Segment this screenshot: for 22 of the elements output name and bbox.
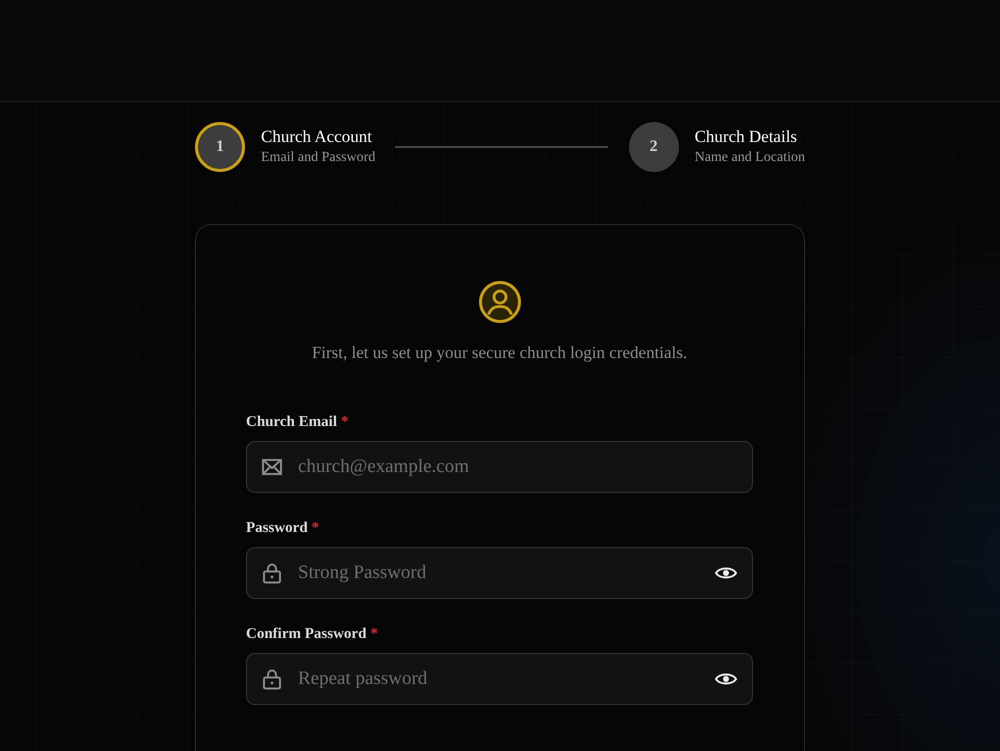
show-password-icon[interactable]: [715, 565, 737, 581]
lock-icon: [262, 562, 282, 584]
field-label: Church Email: [246, 413, 337, 431]
required-asterisk: *: [312, 519, 320, 537]
field-label: Confirm Password: [246, 625, 366, 643]
step-number[interactable]: 2: [628, 122, 679, 172]
user-icon: [478, 281, 520, 323]
envelope-icon: [262, 459, 282, 475]
step-number[interactable]: 1: [195, 122, 245, 172]
required-asterisk: *: [341, 413, 348, 431]
password-field[interactable]: Strong Password: [246, 547, 753, 599]
email-field[interactable]: church@example.com: [246, 441, 753, 493]
intro-text: First, let us set up your secure church login credentials.: [310, 343, 688, 363]
step-title: Church Details: [694, 127, 798, 147]
lock-icon: [262, 668, 282, 690]
step-subtitle: Email and Password: [261, 149, 376, 167]
password-field[interactable]: Repeat password: [246, 653, 753, 705]
step-subtitle: Name and Location: [694, 149, 805, 167]
required-asterisk: *: [370, 625, 378, 643]
show-password-icon[interactable]: [715, 671, 737, 687]
step-title: Church Account: [261, 127, 373, 147]
field-label: Password: [246, 519, 308, 537]
